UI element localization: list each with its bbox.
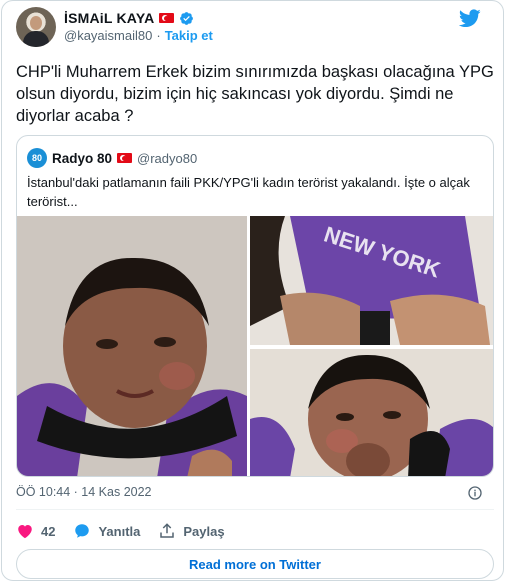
photo-1[interactable] bbox=[17, 216, 247, 476]
avatar-suit bbox=[23, 31, 49, 47]
follow-link[interactable]: Takip et bbox=[165, 28, 213, 43]
author-avatar[interactable] bbox=[16, 7, 56, 47]
quoted-handle: @radyo80 bbox=[137, 150, 198, 166]
divider bbox=[16, 509, 494, 510]
quoted-avatar: 80 bbox=[27, 148, 47, 168]
share-label: Paylaş bbox=[183, 523, 225, 539]
reply-label: Yanıtla bbox=[98, 523, 141, 539]
photo-2[interactable]: NEW YORK bbox=[250, 216, 493, 345]
embedded-tweet-card: İSMAiL KAYA @kayaismail80 · Takip et CHP… bbox=[1, 0, 504, 581]
photo-3[interactable] bbox=[250, 349, 493, 476]
quoted-flag-icon bbox=[117, 153, 133, 163]
quoted-photo-grid: NEW YORK bbox=[17, 216, 493, 476]
twitter-logo-icon[interactable] bbox=[459, 9, 481, 28]
handle-separator: · bbox=[156, 28, 161, 43]
reply-action[interactable]: Yanıtla bbox=[73, 522, 140, 540]
like-count: 42 bbox=[41, 523, 56, 539]
share-action[interactable]: Paylaş bbox=[158, 522, 225, 540]
info-icon[interactable] bbox=[467, 485, 483, 501]
turkey-flag-icon bbox=[159, 13, 175, 23]
photo-2-illustration: NEW YORK bbox=[250, 216, 493, 345]
quoted-tweet[interactable]: 80 Radyo 80 @radyo80 İstanbul'daki patla… bbox=[16, 135, 494, 477]
tweet-actions: 42 Yanıtla Paylaş bbox=[16, 521, 225, 541]
tweet-text: CHP'li Muharrem Erkek bizim sınırımızda … bbox=[16, 63, 494, 125]
quoted-header: 80 Radyo 80 @radyo80 bbox=[27, 148, 197, 168]
author-name[interactable]: İSMAiL KAYA bbox=[64, 10, 154, 26]
photo-3-illustration bbox=[250, 349, 493, 476]
author-handle[interactable]: @kayaismail80 bbox=[64, 28, 152, 43]
share-icon bbox=[160, 523, 175, 538]
photo-1-illustration bbox=[17, 216, 247, 476]
heart-icon bbox=[18, 525, 32, 539]
avatar-head bbox=[30, 16, 42, 30]
read-more-button[interactable]: Read more on Twitter bbox=[16, 549, 494, 579]
tweet-timestamp[interactable]: ÖÖ 10:44 · 14 Kas 2022 bbox=[16, 485, 152, 499]
quoted-text: İstanbul'daki patlamanın faili PKK/YPG'l… bbox=[27, 175, 470, 209]
author-name-row: İSMAiL KAYA bbox=[64, 9, 194, 27]
like-action[interactable]: 42 bbox=[16, 522, 55, 540]
author-handle-row: @kayaismail80 · Takip et bbox=[64, 28, 213, 43]
verified-icon bbox=[180, 11, 194, 25]
reply-icon bbox=[75, 524, 90, 538]
quoted-name: Radyo 80 bbox=[52, 150, 113, 166]
